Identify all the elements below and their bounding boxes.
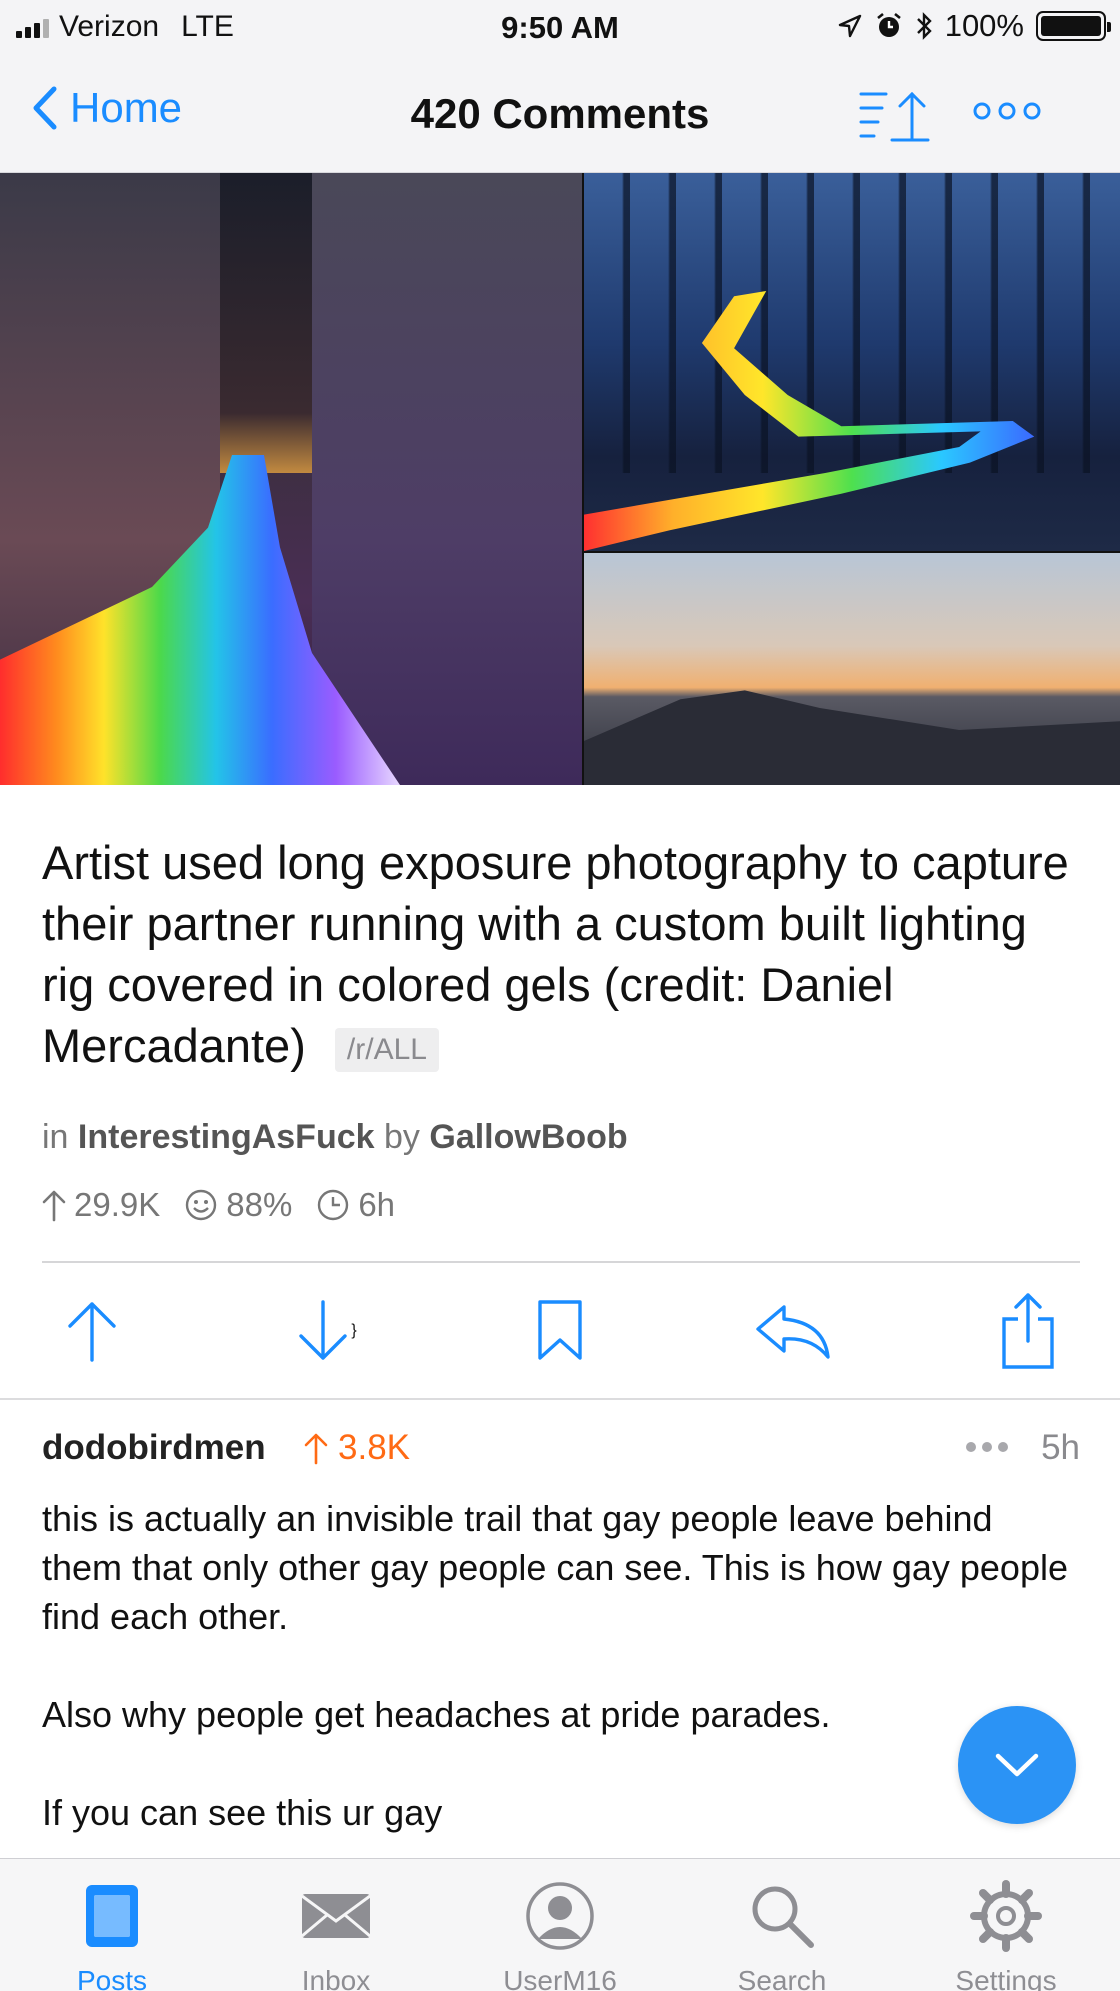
post-stats: 29.9K 88% 6h	[42, 1186, 419, 1224]
share-icon	[1002, 1293, 1054, 1369]
sort-icon	[859, 91, 930, 142]
upvote-ratio: 88%	[226, 1186, 293, 1223]
post-title: Artist used long exposure photography to…	[42, 832, 1082, 1076]
tab-posts[interactable]: Posts	[22, 1877, 202, 1991]
meta-in-label: in	[42, 1118, 69, 1156]
comment-paragraph: this is actually an invisible trail that…	[42, 1498, 1068, 1637]
bookmark-icon	[538, 1300, 582, 1360]
save-button[interactable]	[520, 1286, 600, 1376]
location-icon	[838, 14, 861, 38]
tab-label: Posts	[76, 1965, 148, 1991]
comment-score: 3.8K	[304, 1428, 410, 1468]
tab-settings[interactable]: Settings	[916, 1877, 1096, 1991]
reply-icon	[756, 1305, 830, 1359]
tab-label: Inbox	[301, 1965, 371, 1991]
comment-paragraph: If you can see this ur gay	[42, 1792, 443, 1833]
navigation-bar: Home 420 Comments	[0, 70, 1120, 162]
inbox-icon	[301, 1894, 371, 1938]
comment-more-button[interactable]	[966, 1442, 1008, 1452]
tab-search[interactable]: Search	[692, 1877, 872, 1991]
posts-icon	[86, 1885, 138, 1947]
status-bar: Verizon LTE 9:50 AM 100%	[0, 0, 1120, 56]
tab-label: Search	[737, 1965, 827, 1991]
comment-age: 5h	[1041, 1428, 1080, 1467]
search-icon	[752, 1886, 814, 1948]
post-image-collage[interactable]	[0, 173, 1120, 785]
forest-rainbow-photo[interactable]	[584, 173, 1120, 551]
tab-user[interactable]: UserM16	[470, 1877, 650, 1991]
downvote-button[interactable]: }	[286, 1286, 366, 1376]
comment-score-value: 3.8K	[338, 1428, 410, 1467]
clock-icon	[318, 1189, 349, 1221]
tab-bar: Posts Inbox UserM16 Search Settings	[0, 1858, 1120, 1991]
alley-rainbow-photo[interactable]	[0, 173, 582, 785]
more-options-button[interactable]	[972, 100, 1042, 127]
battery-percent: 100%	[944, 8, 1024, 43]
downvote-arrow-icon	[299, 1300, 348, 1360]
divider	[0, 1398, 1120, 1400]
subreddit-source-tag[interactable]: /r/ALL	[334, 1027, 439, 1072]
tab-inbox[interactable]: Inbox	[246, 1877, 426, 1991]
post-meta: in InterestingAsFuck by GallowBoob	[42, 1118, 628, 1157]
post-title-text: Artist used long exposure photography to…	[42, 836, 1069, 1072]
post-action-bar: }	[0, 1286, 1120, 1386]
alarm-icon	[876, 12, 901, 37]
chevron-down-icon	[995, 1753, 1039, 1777]
post-score: 29.9K	[74, 1186, 161, 1223]
author-link[interactable]: GallowBoob	[429, 1118, 627, 1156]
gear-icon	[970, 1880, 1042, 1952]
comment-author[interactable]: dodobirdmen	[42, 1428, 266, 1468]
share-button[interactable]	[988, 1286, 1068, 1376]
upvote-button[interactable]	[52, 1286, 132, 1376]
subreddit-link[interactable]: InterestingAsFuck	[78, 1118, 375, 1156]
reply-button[interactable]	[754, 1286, 834, 1376]
arrow-up-icon	[304, 1433, 328, 1465]
top-bar: Verizon LTE 9:50 AM 100% Home 420 Commen…	[0, 0, 1120, 173]
upvote-arrow-icon	[68, 1302, 116, 1362]
bluetooth-icon	[916, 12, 932, 40]
comment-header: dodobirdmen 3.8K 5h	[42, 1428, 1080, 1472]
meta-by-label: by	[384, 1118, 420, 1156]
sunset-landscape-photo[interactable]	[584, 553, 1120, 785]
battery-icon	[1036, 11, 1111, 41]
more-icon	[973, 102, 1041, 120]
comment-body: this is actually an invisible trail that…	[42, 1494, 1082, 1886]
comment-paragraph: Also why people get headaches at pride p…	[42, 1694, 831, 1735]
tab-label: Settings	[955, 1965, 1057, 1991]
arrow-up-icon	[42, 1190, 66, 1222]
post-age: 6h	[358, 1186, 396, 1223]
next-comment-button[interactable]	[958, 1706, 1076, 1824]
user-icon	[526, 1882, 594, 1950]
smiley-icon	[186, 1189, 217, 1221]
sort-button[interactable]	[858, 88, 938, 149]
tab-label: UserM16	[503, 1965, 617, 1991]
divider	[42, 1261, 1080, 1263]
page-title: 420 Comments	[410, 90, 710, 137]
